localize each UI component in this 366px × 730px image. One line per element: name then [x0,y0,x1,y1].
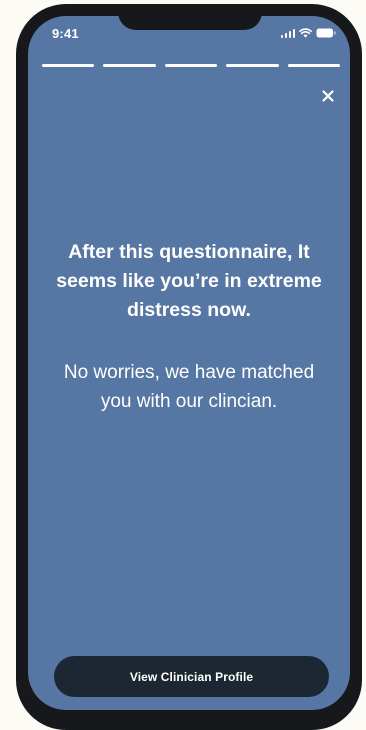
close-icon[interactable] [320,88,336,104]
result-headline: After this questionnaire, It seems like … [56,241,322,321]
page: 9:41 After this questionnaire, It seems … [0,0,366,730]
view-clinician-profile-button[interactable]: View Clinician Profile [54,656,329,697]
progress-segment [103,64,156,67]
progress-segment [226,64,279,67]
questionnaire-progress [42,64,341,67]
status-icons [280,28,337,38]
progress-segment [42,64,95,67]
signal-icon [280,28,295,38]
phone-notch [118,4,262,30]
battery-icon [316,28,336,38]
progress-segment [164,64,218,67]
status-time: 9:41 [52,26,79,41]
app-screen: 9:41 After this questionnaire, It seems … [28,16,350,710]
result-message: No worries, we have matched you with our… [63,362,315,412]
wifi-icon [299,28,312,38]
progress-segment [287,64,341,67]
